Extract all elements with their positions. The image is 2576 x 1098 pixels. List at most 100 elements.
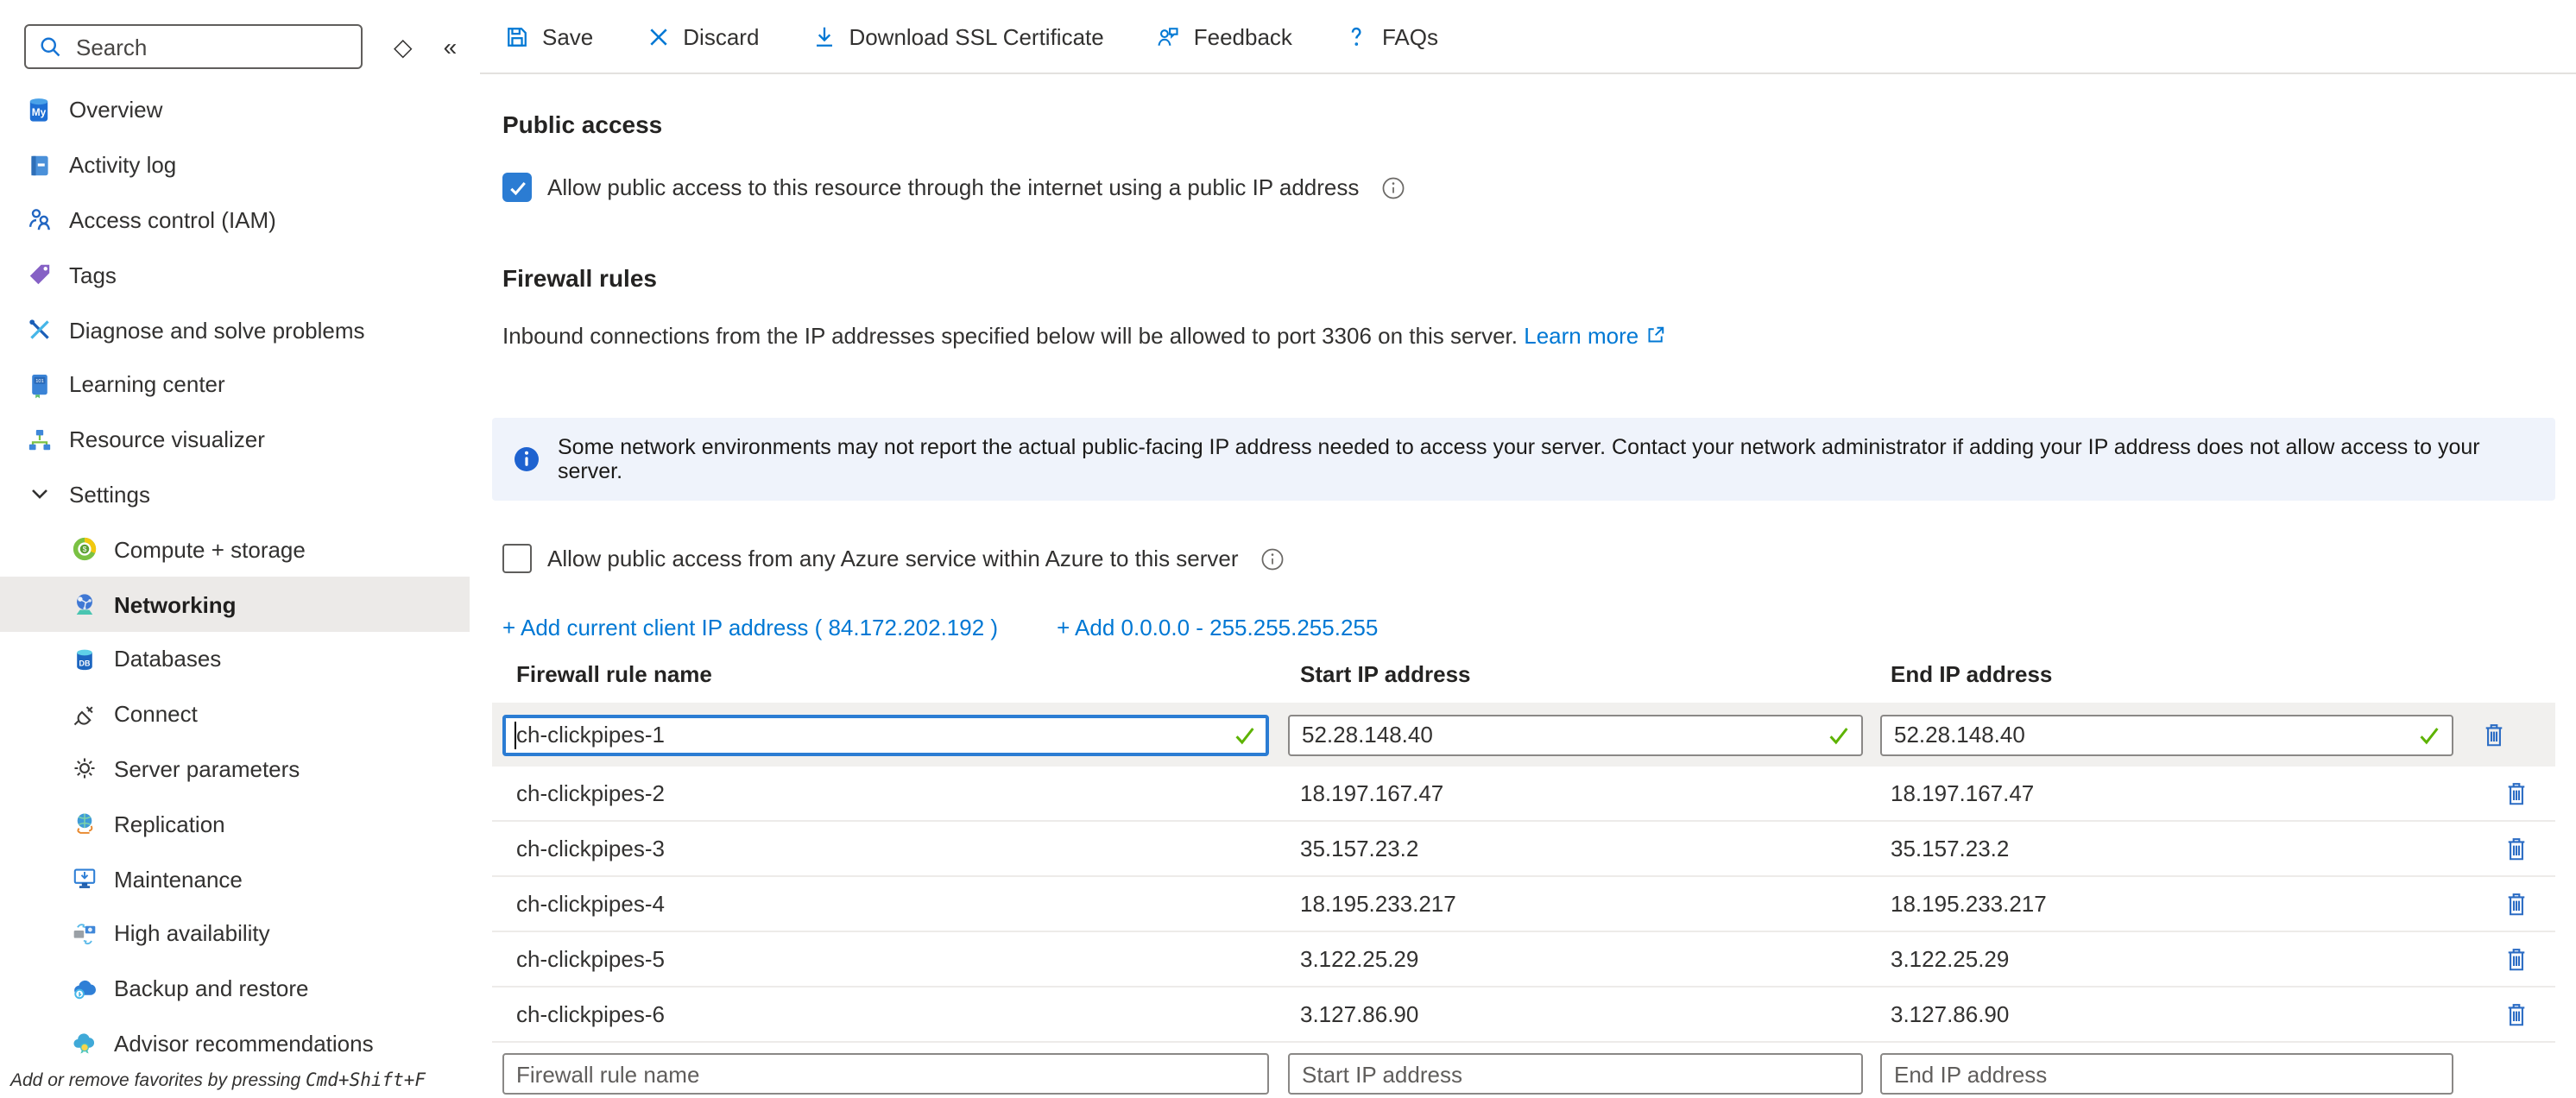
save-button[interactable]: Save — [504, 23, 593, 49]
banner-text: Some network environments may not report… — [558, 435, 2535, 483]
end-ip-cell: 18.197.167.47 — [1880, 780, 2476, 806]
svg-text:$: $ — [82, 546, 86, 554]
end-ip-cell: 35.157.23.2 — [1880, 836, 2476, 861]
valid-check-icon — [2417, 723, 2441, 747]
diamond-icon[interactable]: ◇ — [394, 35, 413, 59]
sidebar-search-row: ◇ « — [24, 24, 452, 69]
activity-log-icon — [24, 150, 54, 180]
firewall-rules-table: Firewall rule name Start IP address End … — [502, 661, 2576, 1098]
sidebar-item-server-parameters[interactable]: Server parameters — [0, 741, 470, 797]
mysql-server-icon: My — [24, 96, 54, 125]
server-parameters-icon — [69, 754, 98, 784]
delete-rule-button[interactable] — [2498, 995, 2533, 1033]
delete-rule-button[interactable] — [2498, 774, 2533, 812]
sidebar-item-access-control[interactable]: Access control (IAM) — [0, 192, 470, 248]
networking-content: Public access Allow public access to thi… — [480, 74, 2576, 1098]
sidebar-item-backup-restore[interactable]: Backup and restore — [0, 962, 470, 1017]
sidebar-item-replication[interactable]: Replication — [0, 797, 470, 852]
start-ip-input[interactable] — [1288, 714, 1863, 755]
sidebar-item-databases[interactable]: DB Databases — [0, 632, 470, 687]
valid-check-icon — [1827, 723, 1851, 747]
rule-name-input[interactable] — [502, 714, 1269, 755]
delete-rule-button[interactable] — [2498, 830, 2533, 868]
public-access-label: Allow public access to this resource thr… — [547, 174, 1359, 200]
firewall-rules-heading: Firewall rules — [502, 264, 2576, 292]
collapse-sidebar-icon[interactable]: « — [444, 35, 458, 59]
delete-rule-button[interactable] — [2476, 716, 2510, 754]
new-end-ip-wrapper — [1880, 1053, 2453, 1095]
sidebar-item-diagnose[interactable]: Diagnose and solve problems — [0, 302, 470, 357]
start-ip-cell: 35.157.23.2 — [1288, 836, 1880, 861]
connect-icon — [69, 699, 98, 729]
networking-icon — [69, 590, 98, 619]
access-control-icon — [24, 205, 54, 235]
sidebar-item-high-availability[interactable]: High availability — [0, 906, 470, 962]
sidebar-item-resource-visualizer[interactable]: Resource visualizer — [0, 413, 470, 468]
trash-icon — [2480, 721, 2506, 748]
end-ip-input[interactable] — [1880, 714, 2453, 755]
add-all-ips-link[interactable]: + Add 0.0.0.0 - 255.255.255.255 — [1057, 615, 1378, 640]
search-box[interactable] — [24, 24, 363, 69]
sidebar-item-overview[interactable]: My Overview — [0, 83, 470, 138]
info-icon[interactable] — [1261, 546, 1285, 571]
sidebar-item-networking[interactable]: Networking — [0, 577, 470, 632]
info-icon[interactable] — [1381, 175, 1405, 199]
new-rule-name-input[interactable] — [502, 1053, 1269, 1095]
table-row-editing — [492, 703, 2555, 767]
table-row: ch-clickpipes-2 18.197.167.47 18.197.167… — [492, 767, 2555, 822]
faqs-button[interactable]: FAQs — [1344, 23, 1438, 49]
new-end-ip-input[interactable] — [1880, 1053, 2453, 1095]
banner-info-icon — [513, 445, 540, 473]
main-pane: Save Discard Download SSL Certificate Fe… — [480, 0, 2576, 1095]
discard-button[interactable]: Discard — [645, 23, 759, 49]
search-icon — [38, 35, 62, 59]
delete-rule-button[interactable] — [2498, 940, 2533, 978]
resource-visualizer-icon — [24, 425, 54, 454]
learn-more-link[interactable]: Learn more — [1524, 323, 1638, 349]
sidebar-item-compute-storage[interactable]: $ Compute + storage — [0, 522, 470, 577]
resource-menu: ◇ « My Overview Activity log Access cont… — [0, 0, 470, 1095]
table-row: ch-clickpipes-6 3.127.86.90 3.127.86.90 — [492, 988, 2555, 1043]
sidebar-item-learning-center[interactable]: 101 Learning center — [0, 357, 470, 413]
end-ip-cell: 18.195.233.217 — [1880, 891, 2476, 917]
sidebar-item-activity-log[interactable]: Activity log — [0, 138, 470, 193]
trash-icon — [2503, 779, 2529, 807]
advisor-icon — [69, 1029, 98, 1058]
end-ip-input-wrapper — [1880, 714, 2453, 755]
table-row: ch-clickpipes-4 18.195.233.217 18.195.23… — [492, 877, 2555, 932]
sidebar-item-connect[interactable]: Connect — [0, 687, 470, 742]
external-link-icon — [1645, 325, 1665, 345]
sidebar-item-maintenance[interactable]: Maintenance — [0, 851, 470, 906]
discard-icon — [645, 23, 671, 49]
add-current-client-ip-link[interactable]: + Add current client IP address ( 84.172… — [502, 615, 998, 640]
delete-rule-button[interactable] — [2498, 885, 2533, 923]
sidebar-group-settings[interactable]: Settings — [0, 467, 470, 522]
new-start-ip-input[interactable] — [1288, 1053, 1863, 1095]
start-ip-cell: 18.197.167.47 — [1288, 780, 1880, 806]
maintenance-icon — [69, 864, 98, 893]
start-ip-cell: 18.195.233.217 — [1288, 891, 1880, 917]
rule-name-input-wrapper — [502, 714, 1269, 755]
feedback-button[interactable]: Feedback — [1156, 23, 1292, 49]
column-header-rule-name: Firewall rule name — [502, 661, 1288, 687]
trash-icon — [2503, 1000, 2529, 1028]
sidebar-item-advisor[interactable]: Advisor recommendations — [0, 1016, 470, 1071]
sidebar-item-tags[interactable]: Tags — [0, 248, 470, 303]
resource-menu-list: My Overview Activity log Access control … — [0, 83, 470, 1071]
search-input[interactable] — [73, 32, 349, 61]
high-availability-icon — [69, 919, 98, 949]
table-row: ch-clickpipes-5 3.122.25.29 3.122.25.29 — [492, 932, 2555, 988]
backup-restore-icon — [69, 974, 98, 1003]
valid-check-icon — [1233, 723, 1257, 747]
public-access-row: Allow public access to this resource thr… — [502, 173, 2576, 202]
public-access-checkbox[interactable] — [502, 173, 532, 202]
column-header-end-ip: End IP address — [1880, 661, 2052, 687]
download-ssl-certificate-button[interactable]: Download SSL Certificate — [811, 23, 1103, 49]
command-bar: Save Discard Download SSL Certificate Fe… — [480, 0, 2576, 74]
learning-center-icon: 101 — [24, 370, 54, 400]
rule-name-cell: ch-clickpipes-4 — [502, 891, 1288, 917]
replication-icon — [69, 810, 98, 839]
svg-text:My: My — [32, 107, 47, 119]
table-row: ch-clickpipes-3 35.157.23.2 35.157.23.2 — [492, 822, 2555, 877]
azure-services-checkbox[interactable] — [502, 544, 532, 573]
